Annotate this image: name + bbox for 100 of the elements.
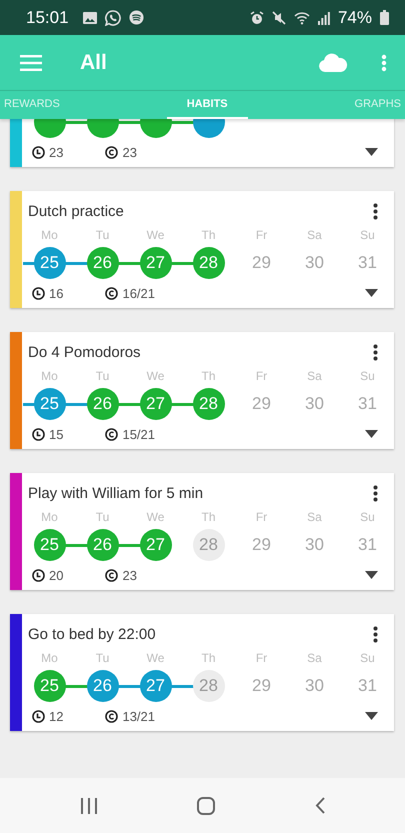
day-circle[interactable]: 25	[34, 670, 66, 702]
weekday-label: Sa	[306, 650, 323, 667]
weekday-label: Mo	[40, 509, 59, 526]
weekday-label: We	[146, 227, 166, 244]
mute-icon	[272, 10, 286, 24]
weekday-label: We	[146, 650, 166, 667]
weekday-label: Su	[359, 227, 376, 244]
day-cell[interactable]: 27	[129, 244, 182, 282]
weekday-label: We	[146, 509, 166, 526]
home-icon[interactable]	[197, 796, 216, 814]
weekday-label: Su	[359, 368, 376, 385]
day-circle[interactable]: 25	[34, 247, 66, 279]
streak-count: 23	[49, 144, 64, 160]
day-cell[interactable]: 27	[129, 526, 182, 564]
day-cell[interactable]: 31	[341, 244, 394, 282]
day-cell[interactable]: 29	[235, 667, 288, 705]
expand-caret-icon[interactable]	[365, 430, 378, 438]
day-cell[interactable]: 26	[76, 667, 129, 705]
more-icon[interactable]	[373, 484, 378, 502]
day-cell[interactable]: 25	[23, 667, 76, 705]
expand-caret-icon[interactable]	[365, 148, 378, 156]
day-circle[interactable]: 25	[34, 388, 66, 420]
day-circle[interactable]: 28	[192, 388, 224, 420]
day-cell[interactable]: 30	[288, 526, 341, 564]
day-circle[interactable]: 29	[246, 670, 278, 702]
day-circle[interactable]: 26	[86, 247, 118, 279]
day-circle[interactable]: 28	[192, 247, 224, 279]
day-circle[interactable]: 29	[246, 529, 278, 561]
tab[interactable]: GRAPHS	[350, 91, 405, 119]
day-cell[interactable]: 28	[182, 667, 235, 705]
day-cell[interactable]: 31	[341, 385, 394, 423]
weekday-label: Fr	[254, 368, 268, 385]
weekday-label: Su	[359, 509, 376, 526]
day-circle[interactable]: 30	[298, 388, 330, 420]
expand-caret-icon[interactable]	[365, 571, 378, 579]
image-icon	[82, 12, 97, 24]
day-cell[interactable]: 27	[129, 385, 182, 423]
completion-count: 23	[122, 568, 137, 582]
day-cell[interactable]: 31	[341, 526, 394, 564]
day-cell[interactable]: 29	[235, 385, 288, 423]
day-cell[interactable]: 28	[182, 244, 235, 282]
recent-apps-icon[interactable]	[80, 798, 98, 814]
day-cell[interactable]: 30	[288, 244, 341, 282]
weekday-label: Mo	[40, 650, 59, 667]
expand-caret-icon[interactable]	[365, 289, 378, 297]
habit-title: Go to bed by 22:00	[28, 626, 157, 642]
back-icon[interactable]	[315, 797, 326, 814]
day-cell[interactable]: 26	[76, 244, 129, 282]
day-circle[interactable]: 27	[140, 247, 172, 279]
day-circle[interactable]: 26	[86, 529, 118, 561]
day-cell[interactable]: 28	[182, 526, 235, 564]
weekday-label: Mo	[40, 227, 59, 244]
day-cell[interactable]: 25	[23, 385, 76, 423]
day-circle[interactable]: 31	[352, 670, 384, 702]
day-cell[interactable]: 26	[76, 526, 129, 564]
day-cell[interactable]: 30	[288, 385, 341, 423]
day-cell[interactable]: 25	[23, 244, 76, 282]
day-circle[interactable]: 28	[192, 529, 224, 561]
day-cell[interactable]: 28	[182, 385, 235, 423]
day-circle[interactable]: 29	[246, 247, 278, 279]
weekday-label: Su	[359, 650, 376, 667]
day-cell[interactable]: 29	[235, 526, 288, 564]
screen-title: All	[80, 50, 108, 74]
more-icon[interactable]	[373, 202, 378, 220]
day-circle[interactable]: 31	[352, 388, 384, 420]
day-cell[interactable]: 25	[23, 526, 76, 564]
day-circle[interactable]: 26	[86, 388, 118, 420]
more-icon[interactable]	[373, 344, 378, 360]
battery-icon	[380, 10, 389, 25]
day-circle[interactable]: 31	[352, 529, 384, 561]
day-circle[interactable]: 30	[298, 529, 330, 561]
weekday-label: Th	[200, 650, 216, 667]
day-circle[interactable]: 31	[352, 247, 384, 279]
day-cell[interactable]: 27	[129, 667, 182, 705]
day-circle[interactable]: 27	[140, 670, 172, 702]
day-cell[interactable]: 29	[235, 244, 288, 282]
completion-count: 16/21	[122, 286, 156, 300]
tab[interactable]: REWARDS	[0, 91, 64, 119]
expand-caret-icon[interactable]	[365, 712, 378, 720]
day-circle[interactable]: 29	[246, 388, 278, 420]
weekday-label: Fr	[254, 227, 268, 244]
day-cell[interactable]: 26	[76, 385, 129, 423]
copyright-icon	[105, 286, 118, 300]
day-circle[interactable]: 30	[298, 247, 330, 279]
day-circle[interactable]: 27	[140, 529, 172, 561]
day-cell[interactable]: 30	[288, 667, 341, 705]
day-circle[interactable]: 26	[86, 670, 118, 702]
day-circle[interactable]: 25	[34, 529, 66, 561]
completion-count: 15/21	[122, 426, 156, 442]
weekday-label: Mo	[40, 368, 59, 385]
more-icon[interactable]	[373, 626, 378, 642]
weekday-label: Th	[200, 368, 216, 385]
day-circle[interactable]: 30	[298, 670, 330, 702]
day-cell[interactable]: 31	[341, 667, 394, 705]
weekday-label: Tu	[94, 227, 110, 244]
day-circle[interactable]: 27	[140, 388, 172, 420]
habit-title: Dutch practice	[28, 202, 125, 220]
clock-icon	[32, 710, 45, 722]
habit-title: Do 4 Pomodoros	[28, 344, 142, 360]
day-circle[interactable]: 28	[192, 670, 224, 702]
